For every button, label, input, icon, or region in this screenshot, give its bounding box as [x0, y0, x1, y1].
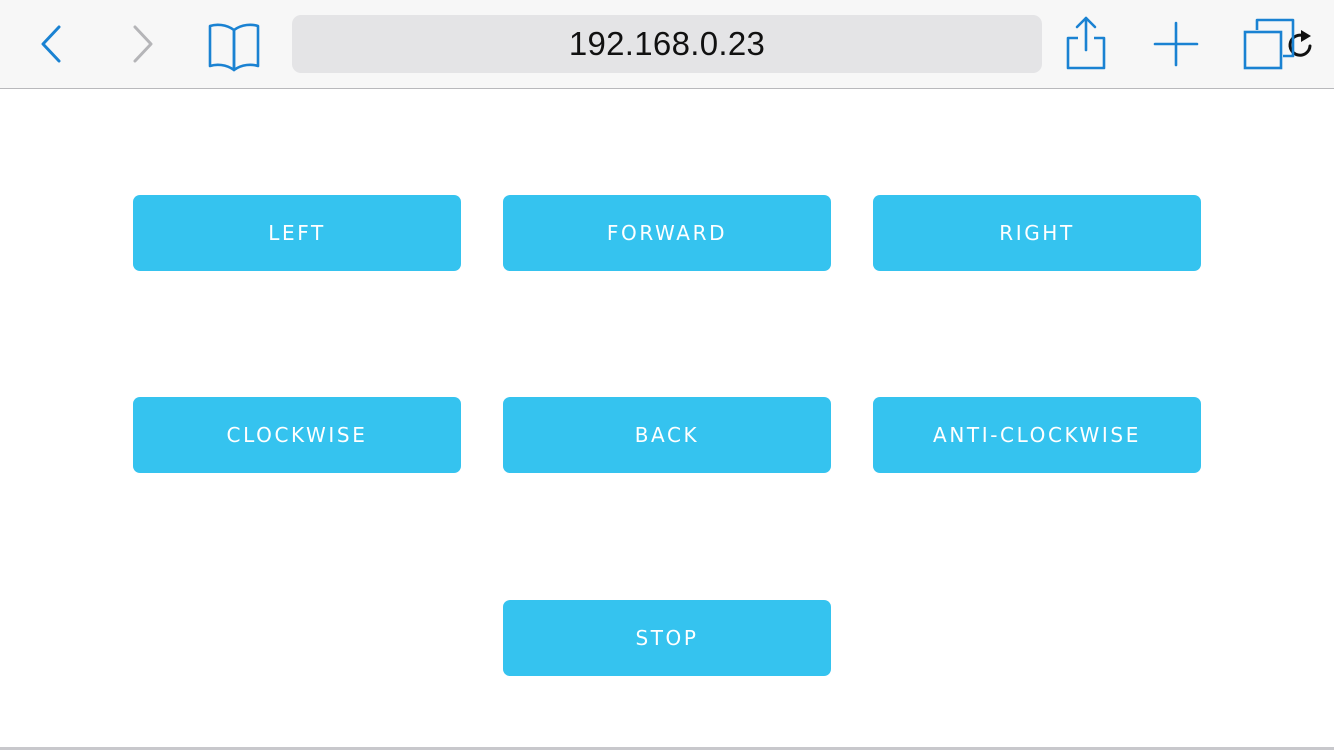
browser-toolbar: 192.168.0.23 [0, 0, 1334, 89]
left-button[interactable]: LEFT [133, 195, 461, 271]
back-button[interactable] [30, 22, 74, 66]
forward-button[interactable] [120, 22, 164, 66]
anti-clockwise-button[interactable]: ANTI-CLOCKWISE [873, 397, 1201, 473]
back-button-control[interactable]: BACK [503, 397, 831, 473]
address-bar[interactable]: 192.168.0.23 [292, 15, 1312, 73]
web-page-content: LEFT FORWARD RIGHT CLOCKWISE BACK ANTI-C… [0, 89, 1334, 747]
address-text: 192.168.0.23 [568, 25, 766, 62]
right-button[interactable]: RIGHT [873, 195, 1201, 271]
chevron-left-icon [41, 25, 61, 63]
chevron-right-icon [133, 25, 153, 63]
bookmarks-button[interactable] [204, 18, 264, 74]
plus-icon [1153, 21, 1199, 67]
share-icon [1066, 16, 1106, 70]
tabs-icon [1243, 18, 1295, 70]
tabs-button[interactable] [1240, 16, 1298, 72]
share-button[interactable] [1060, 12, 1112, 74]
stop-button[interactable]: STOP [503, 600, 831, 676]
new-tab-button[interactable] [1150, 18, 1202, 70]
forward-button-control[interactable]: FORWARD [503, 195, 831, 271]
clockwise-button[interactable]: CLOCKWISE [133, 397, 461, 473]
book-icon [208, 23, 260, 72]
